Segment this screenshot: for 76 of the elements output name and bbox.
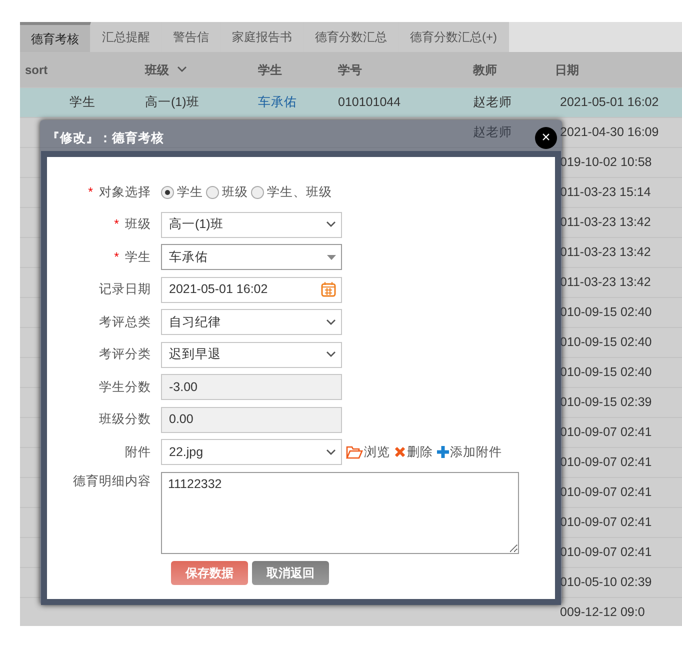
table-cell: 011-03-23 13:42 — [560, 215, 651, 230]
field-label: 班级 — [125, 217, 151, 232]
table-cell: 010-09-07 02:41 — [560, 485, 652, 500]
column-header[interactable]: 日期 — [550, 60, 682, 78]
table-cell: 010-09-15 02:40 — [560, 335, 652, 350]
table-cell: 019-10-02 10:58 — [560, 155, 652, 170]
field-label: 附件 — [125, 444, 151, 459]
browse-link[interactable]: 浏览 — [346, 442, 390, 462]
table-cell: 010-09-07 02:41 — [560, 425, 652, 440]
table-cell: 010-09-15 02:40 — [560, 305, 652, 320]
calendar-icon[interactable] — [321, 282, 336, 297]
tab[interactable]: 汇总提醒 — [91, 22, 162, 52]
tab[interactable]: 德育考核 — [20, 22, 91, 52]
readonly-field: -3.00 — [161, 374, 342, 400]
tab[interactable]: 德育分数汇总 — [304, 22, 399, 52]
table-cell: 010-05-10 02:39 — [560, 575, 652, 590]
table-cell: 赵老师 — [473, 95, 512, 110]
radio-option[interactable]: 学生 — [161, 182, 203, 202]
tab[interactable]: 德育分数汇总(+) — [399, 22, 509, 52]
table-cell: 010-09-15 02:39 — [560, 395, 652, 410]
field-label: 对象选择 — [99, 184, 151, 199]
table-cell: 2021-05-01 16:02 — [560, 95, 659, 110]
text-area[interactable]: 11122332 — [161, 472, 519, 554]
tab[interactable]: 警告信 — [162, 22, 221, 52]
table-cell: 赵老师 — [473, 125, 512, 140]
table-cell: 高一(1)班 — [145, 95, 200, 110]
chevron-icon — [326, 318, 336, 326]
radio-option[interactable]: 班级 — [206, 182, 248, 202]
select-field[interactable]: 22.jpg — [161, 439, 342, 465]
column-header[interactable]: 学生 — [253, 60, 333, 78]
table-cell: 011-03-23 13:42 — [560, 245, 651, 260]
select-field[interactable]: 自习纪律 — [161, 309, 342, 335]
table-cell: 学生 — [70, 95, 96, 110]
dialog-title: 『修改』：德育考核 — [47, 130, 164, 148]
select-field[interactable]: 车承佑 — [161, 244, 342, 270]
add-link[interactable]: 添加附件 — [437, 442, 502, 462]
selected-row[interactable]: 学生 高一(1)班 车承佑 010101044 赵老师 2021-05-01 16:02 — [20, 88, 682, 118]
required-mark: * — [114, 250, 119, 264]
column-header[interactable]: 教师 — [468, 60, 550, 78]
field-label: 学生分数 — [99, 380, 151, 394]
table-cell: 011-03-23 15:14 — [560, 185, 651, 200]
field-label: 记录日期 — [99, 282, 151, 296]
required-mark: * — [114, 217, 119, 232]
chevron-icon — [326, 221, 336, 228]
select-field[interactable]: 高一(1)班 — [161, 212, 342, 238]
column-header[interactable]: 班级 — [140, 60, 253, 78]
readonly-field: 0.00 — [161, 406, 342, 432]
table-cell: 010101044 — [338, 95, 401, 110]
delete-link[interactable]: 删除 — [394, 442, 433, 462]
select-field[interactable]: 迟到早退 — [161, 342, 342, 368]
column-header[interactable]: 学号 — [333, 60, 468, 78]
column-header[interactable]: sort — [20, 60, 140, 78]
chevron-icon — [326, 351, 336, 358]
caret-icon — [327, 254, 336, 260]
field-label: 考评分类 — [99, 347, 151, 362]
field-label: 德育明细内容 — [73, 474, 151, 488]
chevron-icon — [326, 448, 336, 456]
table-cell: 011-03-23 13:42 — [560, 275, 651, 290]
table-cell: 010-09-15 02:40 — [560, 365, 652, 380]
table-cell: 010-09-07 02:41 — [560, 545, 652, 560]
required-mark: * — [88, 184, 93, 199]
table-cell: 009-12-12 09:0 — [560, 605, 645, 620]
table-cell: 010-09-07 02:41 — [560, 515, 652, 530]
folder-icon — [346, 446, 363, 458]
table-cell: 2021-04-30 16:09 — [560, 125, 659, 140]
field-label: 考评总类 — [99, 314, 151, 329]
plus-icon — [437, 446, 449, 458]
radio-option[interactable]: 学生、班级 — [251, 182, 332, 202]
field-label: 班级分数 — [99, 412, 151, 426]
field-label: 学生 — [125, 250, 151, 264]
date-field[interactable]: 2021-05-01 16:02 — [161, 276, 342, 302]
student-link[interactable]: 车承佑 — [258, 95, 297, 110]
table-cell: 010-09-07 02:41 — [560, 455, 652, 470]
tab[interactable]: 家庭报告书 — [221, 22, 304, 52]
cross-icon — [394, 446, 406, 458]
chevron-icon — [177, 66, 187, 73]
